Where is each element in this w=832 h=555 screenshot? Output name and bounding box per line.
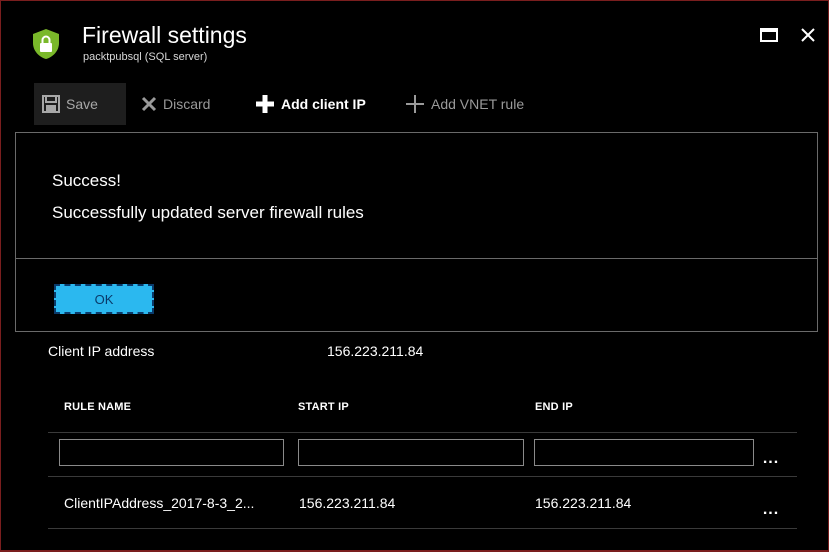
dialog-divider	[16, 258, 817, 259]
save-label: Save	[66, 96, 98, 112]
rule-end-ip-cell: 156.223.211.84	[535, 495, 632, 511]
close-icon[interactable]	[796, 23, 820, 47]
save-icon	[42, 95, 60, 113]
notification-title: Success!	[52, 171, 121, 190]
command-bar: Save Discard Add client IP Add VNET rule	[1, 83, 828, 127]
discard-icon	[141, 96, 157, 112]
rule-name-cell: ClientIPAddress_2017-8-3_2...	[64, 495, 255, 511]
new-rule-more-options-icon[interactable]: ...	[760, 451, 782, 469]
discard-button[interactable]: Discard	[141, 83, 210, 125]
rule-more-options-icon[interactable]: ...	[760, 502, 782, 520]
blade-title: Firewall settings	[82, 22, 247, 48]
client-ip-value: 156.223.211.84	[327, 343, 424, 359]
maximize-icon[interactable]	[757, 23, 781, 47]
column-header-end-ip: END IP	[535, 401, 573, 413]
notification-message: Successfully updated server firewall rul…	[52, 203, 364, 222]
blade-subtitle: packtpubsql (SQL server)	[83, 51, 208, 63]
firewall-settings-blade: Firewall settings packtpubsql (SQL serve…	[0, 0, 829, 552]
plus-icon	[256, 95, 274, 113]
table-divider	[48, 432, 797, 433]
success-notification-dialog: Success! Successfully updated server fir…	[15, 132, 818, 332]
table-divider	[48, 528, 797, 529]
rule-start-ip-cell: 156.223.211.84	[299, 495, 396, 511]
add-vnet-rule-button[interactable]: Add VNET rule	[405, 83, 524, 125]
end-ip-input[interactable]	[534, 439, 754, 466]
add-client-ip-label: Add client IP	[281, 96, 366, 112]
rule-name-input[interactable]	[59, 439, 284, 466]
column-header-start-ip: START IP	[298, 401, 349, 413]
discard-label: Discard	[163, 96, 211, 112]
add-client-ip-button[interactable]: Add client IP	[255, 83, 366, 125]
shield-lock-icon	[32, 28, 60, 60]
blade-header: Firewall settings packtpubsql (SQL serve…	[1, 1, 828, 81]
save-button[interactable]: Save	[34, 83, 126, 125]
column-header-rule-name: RULE NAME	[64, 401, 132, 413]
plus-icon	[406, 95, 424, 113]
ok-button[interactable]: OK	[54, 284, 154, 314]
client-ip-label: Client IP address	[48, 343, 155, 359]
start-ip-input[interactable]	[298, 439, 524, 466]
add-vnet-rule-label: Add VNET rule	[431, 96, 525, 112]
table-divider	[48, 476, 797, 477]
